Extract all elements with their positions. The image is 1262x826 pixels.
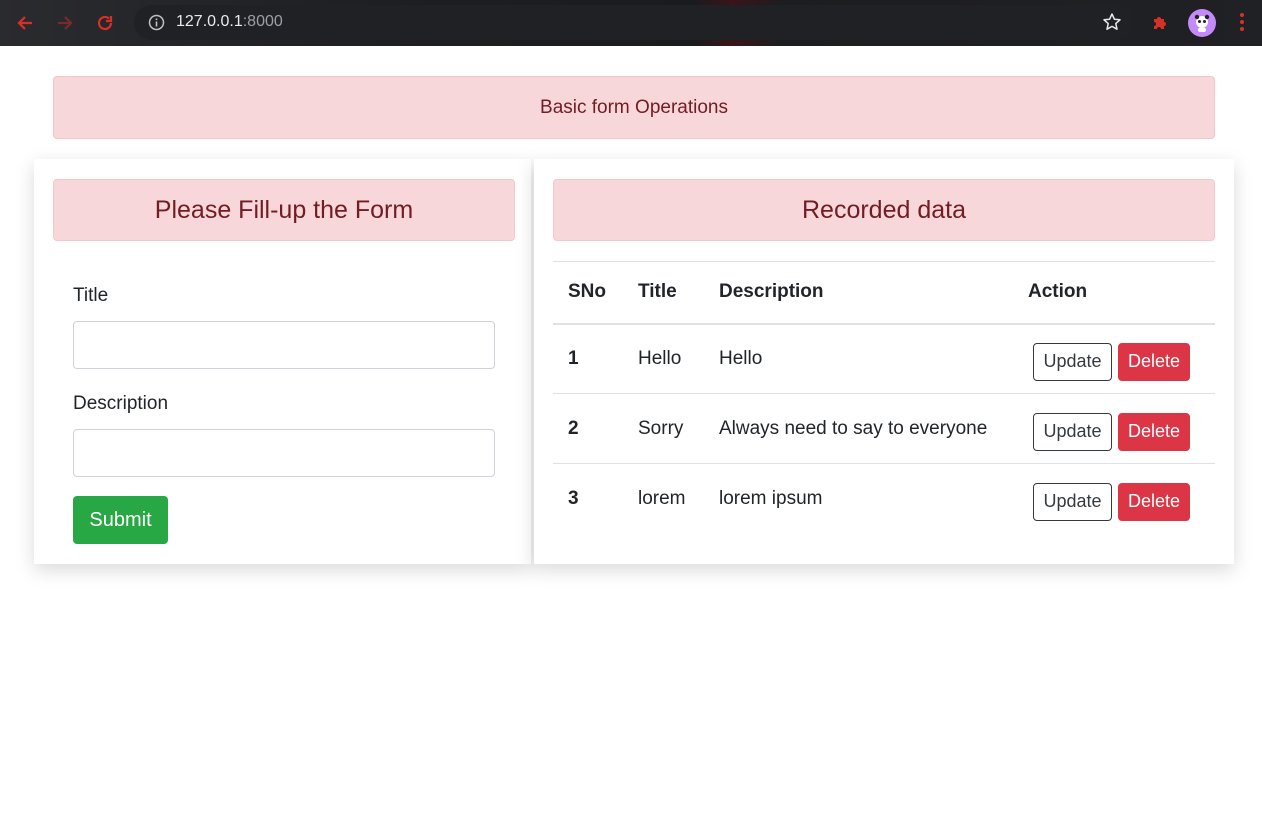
delete-button[interactable]: Delete <box>1118 342 1190 381</box>
url-host: 127.0.0.1 <box>176 13 243 30</box>
reload-icon[interactable] <box>93 11 117 35</box>
description-label: Description <box>73 393 169 414</box>
page-banner: Basic form Operations <box>53 76 1215 139</box>
column-header-title: Title <box>623 261 704 325</box>
column-header-description: Description <box>704 261 1013 325</box>
update-button[interactable]: Update <box>1033 412 1112 451</box>
row-sno: 1 <box>553 323 623 394</box>
row-description: Always need to say to everyone <box>704 393 1013 464</box>
row-description: lorem ipsum <box>719 487 823 509</box>
info-icon[interactable] <box>148 14 165 31</box>
records-header: Recorded data <box>553 179 1215 241</box>
form-panel: Please Fill-up the Form Title Descriptio… <box>34 159 531 564</box>
form-header: Please Fill-up the Form <box>53 179 515 241</box>
title-input[interactable] <box>73 321 495 369</box>
puzzle-extension-icon[interactable] <box>1150 11 1172 33</box>
row-actions: Update Delete <box>1013 393 1215 464</box>
submit-button[interactable]: Submit <box>73 496 168 544</box>
update-button[interactable]: Update <box>1033 342 1112 381</box>
row-actions: Update Delete <box>1013 323 1215 394</box>
records-panel: Recorded data SNo Title Description Acti… <box>534 159 1234 564</box>
table-row: 3 lorem lorem ipsum Update Delete <box>553 464 1215 534</box>
row-description: Hello <box>704 323 1013 394</box>
address-bar[interactable]: 127.0.0.1:8000 <box>134 5 1134 40</box>
browser-toolbar: 127.0.0.1:8000 <box>0 0 1262 46</box>
column-header-action: Action <box>1013 261 1215 325</box>
star-icon[interactable] <box>1102 12 1122 32</box>
row-title: lorem <box>638 487 686 509</box>
menu-kebab-icon[interactable] <box>1232 11 1252 33</box>
records-table: SNo Title Description Action 1 Hello Hel… <box>553 261 1215 534</box>
table-row: 1 Hello Hello Update Delete <box>553 323 1215 394</box>
forward-arrow-icon[interactable] <box>53 11 77 35</box>
row-title: Sorry <box>623 393 704 464</box>
profile-avatar-icon[interactable] <box>1188 9 1216 37</box>
title-label: Title <box>73 285 109 306</box>
row-sno: 3 <box>568 487 579 509</box>
row-title: Hello <box>623 323 704 394</box>
delete-button[interactable]: Delete <box>1118 412 1190 451</box>
url-text: 127.0.0.1:8000 <box>176 13 283 31</box>
description-input[interactable] <box>73 429 495 477</box>
row-sno: 2 <box>553 393 623 464</box>
column-header-sno: SNo <box>553 261 623 325</box>
row-actions: Update Delete <box>1013 464 1215 534</box>
back-arrow-icon[interactable] <box>13 11 37 35</box>
table-row: 2 Sorry Always need to say to everyone U… <box>553 393 1215 464</box>
url-port: :8000 <box>242 13 283 30</box>
update-button[interactable]: Update <box>1033 482 1112 521</box>
delete-button[interactable]: Delete <box>1118 482 1190 521</box>
table-header-row: SNo Title Description Action <box>553 261 1215 325</box>
